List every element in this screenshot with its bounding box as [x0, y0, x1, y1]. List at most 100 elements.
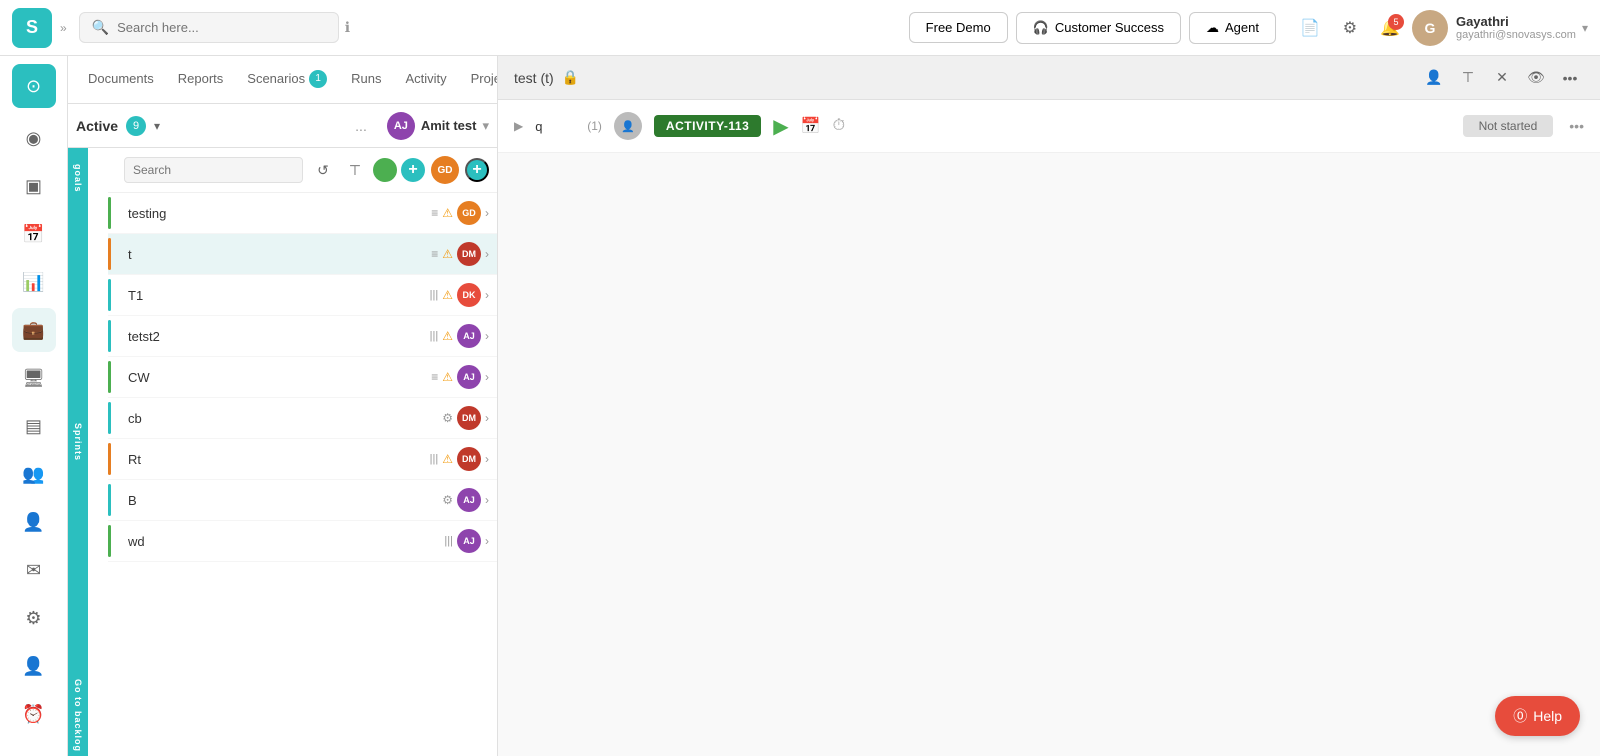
agent-icon: ☁ [1206, 20, 1219, 36]
list-item[interactable]: Rt ||| ⚠ DM › [108, 439, 497, 480]
sprints-strip[interactable]: Sprints [68, 208, 88, 676]
add-member-button[interactable]: + [465, 158, 489, 182]
activity-count: (1) [587, 119, 602, 133]
warn-icon: ⚠ [442, 329, 453, 343]
scenarios-badge: 1 [309, 70, 327, 88]
activity-more-icon[interactable]: ••• [1569, 118, 1584, 134]
bars-icon: ||| [430, 289, 439, 301]
list-item[interactable]: tetst2 ||| ⚠ AJ › [108, 316, 497, 357]
user-dropdown-arrow[interactable]: ▾ [1582, 21, 1588, 35]
user-info: Gayathri gayathri@snovasys.com [1456, 14, 1576, 41]
project-name: testing [120, 206, 431, 221]
avatar-gd-small: GD [457, 201, 481, 225]
customer-success-button[interactable]: 🎧 Customer Success [1016, 12, 1181, 44]
search-input-wrap[interactable] [124, 157, 303, 183]
sidebar-item-briefcase[interactable]: 💼 [12, 308, 56, 352]
refresh-button[interactable]: ↺ [309, 156, 337, 184]
content-header: test (t) 🔒 👤 ⊤ ✕ 👁 ••• [498, 56, 1600, 100]
lock-icon[interactable]: 🔒 [562, 69, 579, 86]
more-content-button[interactable]: ••• [1556, 64, 1584, 92]
tab-activity[interactable]: Activity [393, 56, 458, 104]
project-icons: ⚙ AJ › [442, 488, 489, 512]
project-name: Rt [120, 452, 430, 467]
sidebar-item-clock[interactable]: ⏰ [12, 692, 56, 736]
sidebar-item-people[interactable]: 👤 [12, 500, 56, 544]
sidebar-item-user[interactable]: 👤 [12, 644, 56, 688]
sidebar-item-card[interactable]: ▤ [12, 404, 56, 448]
tab-project-summary[interactable]: Project summary [459, 56, 497, 104]
avatar-dk-small: DK [457, 283, 481, 307]
arrow-icon[interactable]: › [485, 411, 489, 425]
info-icon[interactable]: ℹ [345, 19, 350, 36]
avatar-aj-small: AJ [457, 488, 481, 512]
play-button[interactable]: ▶ [773, 114, 788, 139]
tab-scenarios[interactable]: Scenarios 1 [235, 56, 339, 104]
project-search-input[interactable] [133, 163, 294, 177]
tab-reports[interactable]: Reports [166, 56, 236, 104]
user-avatar: G [1412, 10, 1448, 46]
arrow-icon[interactable]: › [485, 288, 489, 302]
tab-documents[interactable]: Documents [76, 56, 166, 104]
settings-icon-button[interactable]: ⚙ [1332, 10, 1368, 46]
active-dropdown-arrow[interactable]: ▾ [154, 119, 160, 133]
avatar-dm-small: DM [457, 242, 481, 266]
filter-button[interactable]: ⊤ [341, 156, 369, 184]
goals-strip[interactable]: goals [68, 148, 88, 208]
sidebar-item-mail[interactable]: ✉ [12, 548, 56, 592]
user-email: gayathri@snovasys.com [1456, 29, 1576, 41]
calendar-icon[interactable]: 📅 [801, 116, 821, 136]
tab-runs[interactable]: Runs [339, 56, 393, 104]
global-search[interactable]: 🔍 [79, 12, 339, 43]
agent-button[interactable]: ☁ Agent [1189, 12, 1276, 44]
sidebar-item-settings[interactable]: ⚙ [12, 596, 56, 640]
more-options-icon[interactable]: ... [355, 118, 367, 134]
list-item[interactable]: testing ≡ ⚠ GD › [108, 193, 497, 234]
list-item[interactable]: t ≡ ⚠ DM › [108, 234, 497, 275]
arrow-icon[interactable]: › [485, 329, 489, 343]
app-logo[interactable]: S [12, 8, 52, 48]
sidebar-toggle[interactable]: » [60, 21, 67, 35]
avatar-gd[interactable]: GD [431, 156, 459, 184]
free-demo-button[interactable]: Free Demo [909, 12, 1008, 43]
sidebar-item-calendar[interactable]: 📅 [12, 212, 56, 256]
backlog-strip[interactable]: Go to backlog [68, 676, 88, 756]
list-item[interactable]: T1 ||| ⚠ DK › [108, 275, 497, 316]
list-item[interactable]: B ⚙ AJ › [108, 480, 497, 521]
expand-icon[interactable]: ▶ [514, 119, 523, 133]
list-item[interactable]: wd ||| AJ › [108, 521, 497, 562]
sidebar-item-logo[interactable]: ⊙ [12, 64, 56, 108]
arrow-icon[interactable]: › [485, 206, 489, 220]
arrow-icon[interactable]: › [485, 370, 489, 384]
eye-button[interactable]: 👁 [1522, 64, 1550, 92]
person-icon-button[interactable]: 👤 [1420, 64, 1448, 92]
workspace-dropdown[interactable]: ▾ [482, 118, 489, 134]
list-item[interactable]: cb ⚙ DM › [108, 398, 497, 439]
sidebar-item-globe[interactable]: ◉ [12, 116, 56, 160]
filter-content-button[interactable]: ⊤ [1454, 64, 1482, 92]
search-input[interactable] [117, 20, 326, 35]
sidebar-item-reports[interactable]: 📊 [12, 260, 56, 304]
activity-name: q [535, 119, 575, 134]
add-button[interactable]: + [401, 158, 425, 182]
sidebar-item-tv[interactable]: ▣ [12, 164, 56, 208]
notifications-button[interactable]: 🔔 5 [1372, 10, 1408, 46]
list-item[interactable]: CW ≡ ⚠ AJ › [108, 357, 497, 398]
sidebar-item-monitor[interactable]: 🖥 [12, 356, 56, 400]
arrow-icon[interactable]: › [485, 247, 489, 261]
project-name: B [120, 493, 442, 508]
project-icons: ||| ⚠ AJ › [430, 324, 489, 348]
green-status-dot[interactable] [373, 158, 397, 182]
content-title: test (t) [514, 70, 554, 86]
document-icon-button[interactable]: 📄 [1292, 10, 1328, 46]
activity-status[interactable]: Not started [1463, 115, 1554, 137]
arrow-icon[interactable]: › [485, 493, 489, 507]
arrow-icon[interactable]: › [485, 534, 489, 548]
arrow-icon[interactable]: › [485, 452, 489, 466]
activity-badge[interactable]: ACTIVITY-113 [654, 115, 761, 137]
left-sidebar: ⊙ ◉ ▣ 📅 📊 💼 🖥 ▤ 👥 👤 ✉ ⚙ 👤 ⏰ [0, 56, 68, 756]
clock-icon[interactable]: ⏱ [833, 117, 845, 135]
active-section-header: Active 9 ▾ ... AJ Amit test ▾ [68, 104, 497, 148]
help-button[interactable]: ⓪ Help [1495, 696, 1580, 736]
sidebar-item-team[interactable]: 👥 [12, 452, 56, 496]
close-filter-button[interactable]: ✕ [1488, 64, 1516, 92]
